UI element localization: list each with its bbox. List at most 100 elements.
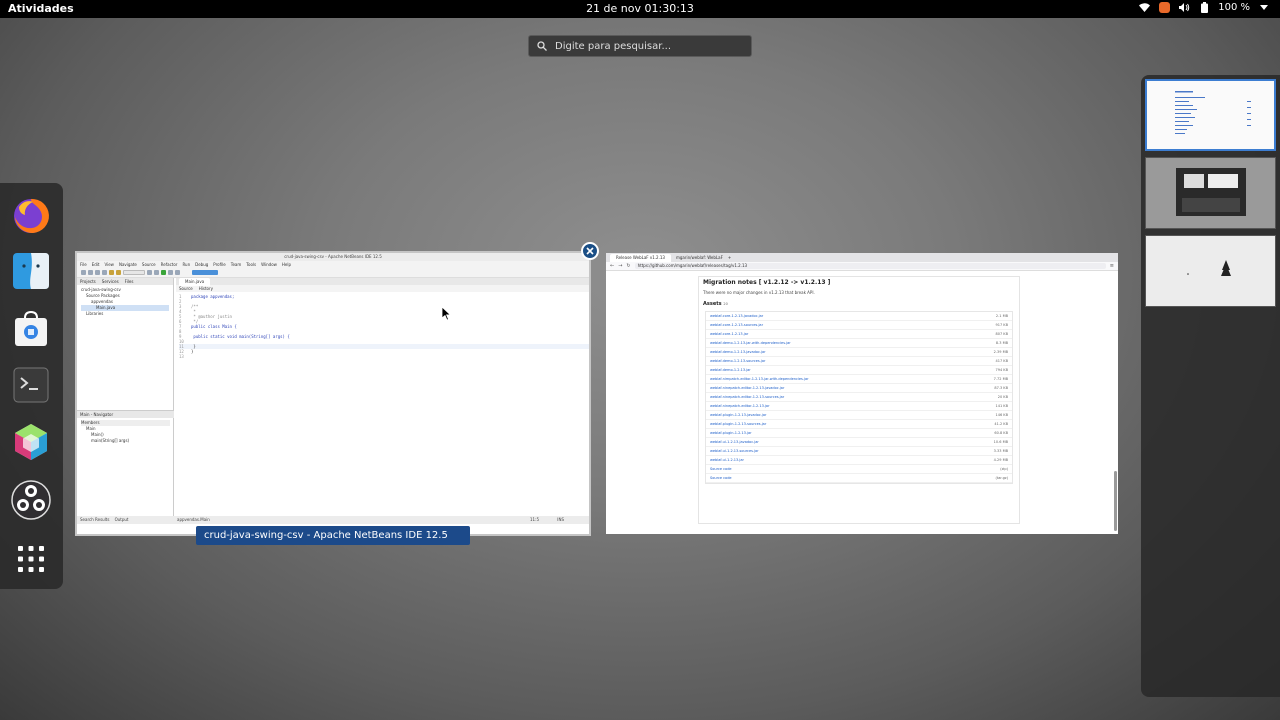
status-class: appvendas.Main: [177, 517, 210, 522]
navigator-title: Main - Navigator: [77, 411, 174, 418]
search-field[interactable]: Digite para pesquisar...: [528, 35, 752, 57]
asset-row[interactable]: weblaf-ninepatch-editor-1.2.13-sources.j…: [706, 393, 1012, 402]
profile-icon[interactable]: [175, 270, 180, 275]
menu-team[interactable]: Team: [231, 261, 242, 268]
clock: 21 de nov 01:30:13: [0, 2, 1280, 15]
menu-profile[interactable]: Profile: [213, 261, 225, 268]
volume-icon: [1178, 1, 1190, 13]
browser-tab-release[interactable]: Release WebLaF v1.2.13: [610, 253, 671, 262]
subtab-source[interactable]: Source: [179, 285, 193, 292]
run-icon[interactable]: [161, 270, 166, 275]
battery-percent: 100 %: [1218, 1, 1250, 13]
asset-row[interactable]: weblaf-ui-1.2.13-javadoc.jar 10.6 MB: [706, 438, 1012, 447]
tab-files[interactable]: Files: [125, 278, 134, 285]
assets-count: 20: [723, 302, 728, 306]
close-window-button[interactable]: [581, 242, 599, 260]
debug-icon[interactable]: [168, 270, 173, 275]
workspace-thumbnail-1[interactable]: [1145, 79, 1276, 151]
menu-navigate[interactable]: Navigate: [119, 261, 137, 268]
menu-edit[interactable]: Edit: [92, 261, 100, 268]
assets-header[interactable]: Assets 20: [699, 297, 1019, 309]
menu-tools[interactable]: Tools: [246, 261, 256, 268]
menu-refactor[interactable]: Refactor: [161, 261, 178, 268]
subtab-history[interactable]: History: [199, 285, 213, 292]
asset-row[interactable]: weblaf-demo-1.2.13-sources.jar 417 KB: [706, 357, 1012, 366]
url-bar[interactable]: https://github.com/mgarin/weblaf/release…: [634, 263, 1106, 269]
window-caption[interactable]: crud-java-swing-csv - Apache NetBeans ID…: [196, 526, 470, 545]
tab-services[interactable]: Services: [102, 278, 119, 285]
asset-row[interactable]: weblaf-ninepatch-editor-1.2.13-javadoc.j…: [706, 384, 1012, 393]
bottom-tab-output[interactable]: Output: [115, 517, 129, 522]
redo-icon[interactable]: [116, 270, 121, 275]
build-icon[interactable]: [147, 270, 152, 275]
back-icon[interactable]: ←: [610, 263, 614, 269]
memory-bar[interactable]: [192, 270, 218, 275]
migration-heading: Migration notes [ v1.2.12 -> v1.2.13 ]: [703, 279, 831, 286]
new-file-icon[interactable]: [81, 270, 86, 275]
menu-icon[interactable]: ≡: [1110, 263, 1114, 269]
asset-row[interactable]: Source code (zip): [706, 465, 1012, 474]
open-project-icon[interactable]: [95, 270, 100, 275]
menu-run[interactable]: Run: [182, 261, 190, 268]
config-select[interactable]: [123, 270, 145, 275]
asset-row[interactable]: weblaf-demo-1.2.13-jar-with-dependencies…: [706, 339, 1012, 348]
asset-row[interactable]: weblaf-ui-1.2.13-sources.jar 3.33 MB: [706, 447, 1012, 456]
forward-icon[interactable]: →: [618, 263, 622, 269]
page-scrollbar[interactable]: [1114, 471, 1117, 531]
netbeans-icon[interactable]: [11, 422, 51, 462]
netbeans-toolbar: [77, 268, 589, 278]
code-line: 13: [179, 354, 184, 359]
menu-window[interactable]: Window: [261, 261, 277, 268]
asset-row[interactable]: weblaf-plugin-1.2.13-sources.jar 41.2 KB: [706, 420, 1012, 429]
browser-tab-repo[interactable]: mgarin/weblaf: WebLaF: [676, 255, 723, 260]
project-tree: crud-java-swing-csv Source Packages appv…: [77, 285, 173, 319]
navigator-item-main[interactable]: main(String[] args): [81, 438, 170, 444]
undo-icon[interactable]: [109, 270, 114, 275]
menu-debug[interactable]: Debug: [195, 261, 208, 268]
terminal-icon[interactable]: [11, 365, 51, 405]
asset-row[interactable]: weblaf-core-1.2.13-sources.jar 917 KB: [706, 321, 1012, 330]
workspace-thumbnail-2[interactable]: [1145, 157, 1276, 229]
tree-item-libraries[interactable]: Libraries: [81, 311, 169, 317]
clock-label[interactable]: 21 de nov 01:30:13: [586, 2, 694, 15]
asset-row[interactable]: weblaf-demo-1.2.13.jar 794 KB: [706, 366, 1012, 375]
new-project-icon[interactable]: [88, 270, 93, 275]
system-tray[interactable]: 100 %: [1138, 1, 1270, 13]
asset-row[interactable]: weblaf-ui-1.2.13.jar 4.29 MB: [706, 456, 1012, 465]
workspace-thumbnail-3[interactable]: [1145, 235, 1276, 307]
code-editor[interactable]: Main.java Source History 1 package appven…: [176, 278, 589, 518]
asset-row[interactable]: weblaf-plugin-1.2.13-javadoc.jar 146 KB: [706, 411, 1012, 420]
asset-row[interactable]: weblaf-nimpatch-editor-1.2.13-jar-with-d…: [706, 375, 1012, 384]
netbeans-title: crud-java-swing-csv - Apache NetBeans ID…: [77, 253, 589, 261]
firefox-icon[interactable]: [11, 195, 51, 235]
save-all-icon[interactable]: [102, 270, 107, 275]
new-tab-icon[interactable]: +: [728, 255, 731, 260]
asset-row[interactable]: weblaf-demo-1.2.13-javadoc.jar 2.39 MB: [706, 348, 1012, 357]
files-icon[interactable]: [11, 251, 51, 291]
menu-help[interactable]: Help: [282, 261, 291, 268]
netbeans-menubar: File Edit View Navigate Source Refactor …: [77, 261, 589, 268]
asset-row[interactable]: weblaf-core-1.2.13-javadoc.jar 2.1 MB: [706, 312, 1012, 321]
browser-tabs: Release WebLaF v1.2.13 mgarin/weblaf: We…: [606, 253, 1118, 262]
menu-source[interactable]: Source: [142, 261, 156, 268]
activities-button[interactable]: Atividades: [8, 2, 74, 15]
asset-row[interactable]: weblaf-plugin-1.2.13.jar 60.8 KB: [706, 429, 1012, 438]
insert-mode: INS: [557, 517, 564, 522]
app-grid-icon[interactable]: [11, 539, 51, 579]
clean-build-icon[interactable]: [154, 270, 159, 275]
navigator-tree: Members Main Main() main(String[] args): [77, 418, 174, 446]
workspace-switcher: [1141, 75, 1280, 697]
asset-row[interactable]: weblaf-core-1.2.13.jar 807 KB: [706, 330, 1012, 339]
menu-view[interactable]: View: [104, 261, 114, 268]
obs-studio-icon[interactable]: [11, 480, 51, 520]
code-lines: 1 package appvendas; 2 3/** 4 * 5 * @auth…: [176, 292, 589, 359]
tab-projects[interactable]: Projects: [80, 278, 96, 285]
asset-row[interactable]: Source code (tar.gz): [706, 474, 1012, 483]
reload-icon[interactable]: ↻: [626, 263, 630, 269]
bottom-tab-search[interactable]: Search Results: [80, 517, 109, 522]
software-store-icon[interactable]: [11, 308, 51, 348]
firefox-window[interactable]: Release WebLaF v1.2.13 mgarin/weblaf: We…: [606, 253, 1118, 534]
netbeans-window[interactable]: crud-java-swing-csv - Apache NetBeans ID…: [75, 251, 591, 536]
asset-row[interactable]: weblaf-ninepatch-editor-1.2.13.jar 141 KB: [706, 402, 1012, 411]
menu-file[interactable]: File: [80, 261, 87, 268]
